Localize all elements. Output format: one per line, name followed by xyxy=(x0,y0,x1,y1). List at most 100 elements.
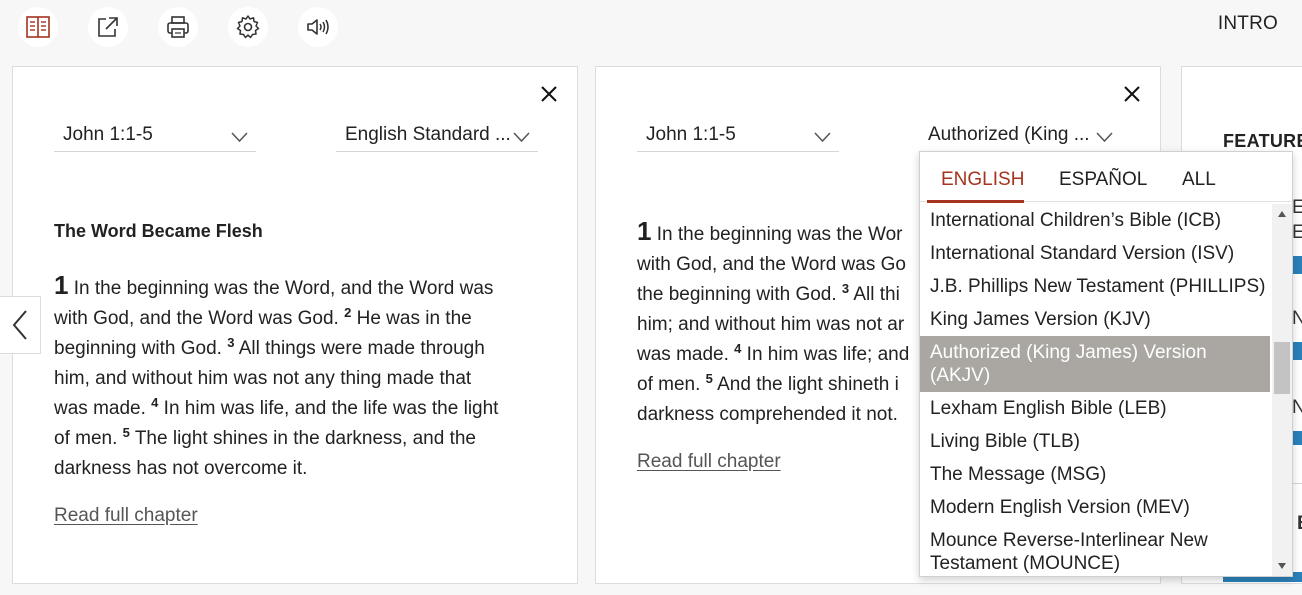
audio-button[interactable] xyxy=(298,7,338,47)
chevron-down-icon xyxy=(814,132,831,143)
verse-text: with God, and the Word was God. xyxy=(54,308,345,329)
version-select[interactable]: Authorized (King ... xyxy=(919,123,1121,152)
version-value: English Standard ... xyxy=(345,124,511,145)
version-option[interactable]: Lexham English Bible (LEB) xyxy=(920,397,1270,430)
features-title: FEATURE xyxy=(1223,131,1302,151)
verse-number: 1 xyxy=(54,270,69,300)
chevron-down-icon xyxy=(231,132,248,143)
verse-text: All things were made through xyxy=(234,338,485,359)
previous-passage-button[interactable] xyxy=(0,296,41,354)
reference-select[interactable]: John 1:1-5 xyxy=(54,123,256,152)
verse-number: 5 xyxy=(705,371,713,386)
passage-line: was made. 4 In him was life, and the lif… xyxy=(54,394,498,424)
tab-english[interactable]: ENGLISH xyxy=(941,169,1024,191)
verse-text: with God, and the Word was Go xyxy=(637,254,906,275)
verse-text: darkness comprehended it not. xyxy=(637,404,898,425)
version-option[interactable]: International Standard Version (ISV) xyxy=(920,242,1270,275)
verse-text: beginning with God. xyxy=(54,338,228,359)
parallel-view-icon xyxy=(26,16,50,38)
passage-line: darkness comprehended it not. xyxy=(637,400,909,430)
verse-text: the beginning with God. xyxy=(637,284,842,305)
passage-text: 1 In the beginning was the Word, and the… xyxy=(54,270,498,484)
verse-text: was made. xyxy=(54,398,152,419)
scrollbar[interactable] xyxy=(1272,204,1292,576)
chevron-left-icon xyxy=(12,310,27,340)
read-full-chapter-link[interactable]: Read full chapter xyxy=(637,451,781,473)
reference-value: John 1:1-5 xyxy=(63,124,153,145)
verse-text: In him was life; and xyxy=(741,344,910,365)
read-full-chapter-link[interactable]: Read full chapter xyxy=(54,505,198,527)
version-value: Authorized (King ... xyxy=(928,124,1090,145)
reference-select[interactable]: John 1:1-5 xyxy=(637,123,839,152)
reference-value: John 1:1-5 xyxy=(646,124,736,145)
verse-text: of men. xyxy=(54,428,123,449)
share-button[interactable] xyxy=(88,7,128,47)
tab-all[interactable]: ALL xyxy=(1182,169,1216,191)
verse-text: was made. xyxy=(637,344,735,365)
feature-text: E xyxy=(1292,197,1302,218)
passage-line: with God, and the Word was Go xyxy=(637,250,909,280)
version-list: International Children’s Bible (ICB) Int… xyxy=(920,204,1272,576)
passage-line: with God, and the Word was God. 2 He was… xyxy=(54,304,498,334)
passage-line: 1 In the beginning was the Wor xyxy=(637,216,909,250)
chevron-down-icon xyxy=(513,132,530,143)
version-dropdown: ENGLISH ESPAÑOL ALL International Childr… xyxy=(919,151,1293,577)
verse-text: The light shines in the darkness, and th… xyxy=(129,428,476,449)
tab-espanol[interactable]: ESPAÑOL xyxy=(1059,169,1147,191)
chevron-down-icon xyxy=(1096,132,1113,143)
verse-text: All thi xyxy=(849,284,900,305)
version-option[interactable]: Modern English Version (MEV) xyxy=(920,496,1270,529)
feature-text: N xyxy=(1292,397,1302,418)
passage-line: him; and without him was not ar xyxy=(637,310,909,340)
intro-link[interactable]: INTRO xyxy=(1218,13,1278,35)
passage-panel-1: John 1:1-5 English Standard ... The Word… xyxy=(12,66,578,584)
passage-line: the beginning with God. 3 All thi xyxy=(637,280,909,310)
verse-text: And the light shineth i xyxy=(712,374,899,395)
version-option[interactable]: The Message (MSG) xyxy=(920,463,1270,496)
scroll-down-icon[interactable] xyxy=(1278,563,1286,569)
print-button[interactable] xyxy=(158,7,198,47)
version-option-selected[interactable]: Authorized (King James) Version (AKJV) xyxy=(920,336,1270,392)
feature-text: N xyxy=(1292,308,1302,329)
passage-line: 1 In the beginning was the Word, and the… xyxy=(54,270,498,304)
version-option[interactable]: J.B. Phillips New Testament (PHILLIPS) xyxy=(920,275,1270,308)
close-icon xyxy=(1124,86,1140,102)
verse-text: him; and without him was not ar xyxy=(637,314,905,335)
passage-line: him, and without him was not any thing m… xyxy=(54,364,498,394)
version-option[interactable]: Living Bible (TLB) xyxy=(920,430,1270,463)
close-panel-button[interactable] xyxy=(1120,82,1144,106)
passage-line: of men. 5 And the light shineth i xyxy=(637,370,909,400)
passage-heading: The Word Became Flesh xyxy=(54,221,263,241)
passage-line: was made. 4 In him was life; and xyxy=(637,340,909,370)
version-select[interactable]: English Standard ... xyxy=(336,123,538,152)
verse-text: of men. xyxy=(637,374,706,395)
scroll-up-icon[interactable] xyxy=(1278,211,1286,217)
audio-icon xyxy=(307,19,329,35)
print-icon xyxy=(167,16,189,38)
toolbar: INTRO xyxy=(0,0,1302,56)
version-option[interactable]: Mounce Reverse-Interlinear New Testament… xyxy=(920,529,1220,576)
settings-button[interactable] xyxy=(228,7,268,47)
close-panel-button[interactable] xyxy=(537,82,561,106)
language-tabs: ENGLISH ESPAÑOL ALL xyxy=(920,152,1292,203)
feature-text: B xyxy=(1297,513,1302,535)
scroll-thumb[interactable] xyxy=(1274,342,1290,394)
passage-line: of men. 5 The light shines in the darkne… xyxy=(54,424,498,454)
verse-text: darkness has not overcome it. xyxy=(54,458,308,479)
verse-text: He was in the xyxy=(351,308,472,329)
share-icon xyxy=(98,17,118,37)
parallel-view-button[interactable] xyxy=(18,7,58,47)
verse-number: 5 xyxy=(122,425,130,440)
close-icon xyxy=(541,86,557,102)
passage-line: beginning with God. 3 All things were ma… xyxy=(54,334,498,364)
verse-text: In the beginning was the Word, and the W… xyxy=(68,278,494,299)
version-option[interactable]: International Children’s Bible (ICB) xyxy=(920,209,1270,242)
feature-text: E xyxy=(1292,222,1302,243)
active-tab-indicator xyxy=(927,200,1024,203)
verse-text: him, and without him was not any thing m… xyxy=(54,368,472,389)
verse-number: 1 xyxy=(637,216,652,246)
verse-text: In him was life, and the life was the li… xyxy=(158,398,499,419)
passage-line: darkness has not overcome it. xyxy=(54,454,498,484)
settings-icon xyxy=(236,15,260,39)
passage-text: 1 In the beginning was the Wor with God, … xyxy=(637,216,909,430)
